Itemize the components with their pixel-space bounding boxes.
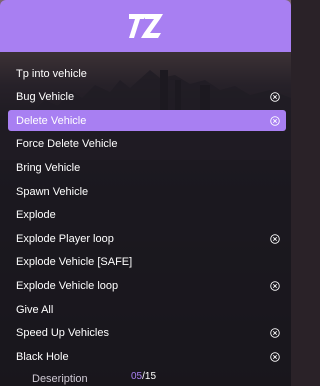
page-indicator: 05/15 [131,371,156,382]
menu-item[interactable]: Give All [8,299,286,320]
menu-item-label: Delete Vehicle [16,114,87,127]
close-circle-icon[interactable] [270,115,280,126]
menu-item-label: Force Delete Vehicle [16,138,118,151]
menu-item[interactable]: Bug Vehicle [8,87,286,108]
menu-item-label: Black Hole [16,350,69,363]
menu-item[interactable]: Speed Up Vehicles [8,323,286,344]
close-circle-icon[interactable] [270,281,280,291]
menu-footer: Deseription 05/15 [0,368,291,386]
close-circle-icon[interactable] [270,92,280,102]
menu-item[interactable]: Delete Vehicle [8,110,286,132]
menu-item-label: Bring Vehicle [16,161,81,174]
menu-item[interactable]: Explode [8,205,286,226]
menu-item[interactable]: Bring Vehicle [8,157,286,178]
close-circle-icon[interactable] [270,351,280,362]
menu-item-label: Explode Vehicle loop [16,279,119,292]
close-circle-icon[interactable] [270,233,280,244]
menu-item[interactable]: Tp into vehicle [8,63,286,84]
menu-item-label: Explode Player loop [16,232,114,245]
menu-item[interactable]: Spawn Vehicle [8,181,286,202]
menu-item[interactable]: Explode Vehicle loop [8,275,286,296]
menu-item-label: Give All [16,303,54,316]
description-text: Deseription [32,373,88,385]
menu-item[interactable]: Explode Vehicle [SAFE] [8,252,286,273]
page-current: 05 [131,371,143,382]
tz-logo-icon [128,14,163,38]
page-total: 15 [144,371,157,382]
menu-item-label: Explode Vehicle [SAFE] [16,256,133,269]
menu-item[interactable]: Explode Player loop [8,228,286,249]
menu-item-label: Speed Up Vehicles [16,327,109,340]
menu-item-label: Explode [16,209,56,222]
menu-item-label: Tp into vehicle [16,67,87,80]
menu-item-label: Spawn Vehicle [16,185,89,198]
close-circle-icon[interactable] [270,328,280,338]
menu-item[interactable]: Black Hole [8,346,286,367]
menu-item[interactable]: Force Delete Vehicle [8,134,286,155]
menu-item-label: Bug Vehicle [16,91,75,104]
menu-header [0,0,291,52]
